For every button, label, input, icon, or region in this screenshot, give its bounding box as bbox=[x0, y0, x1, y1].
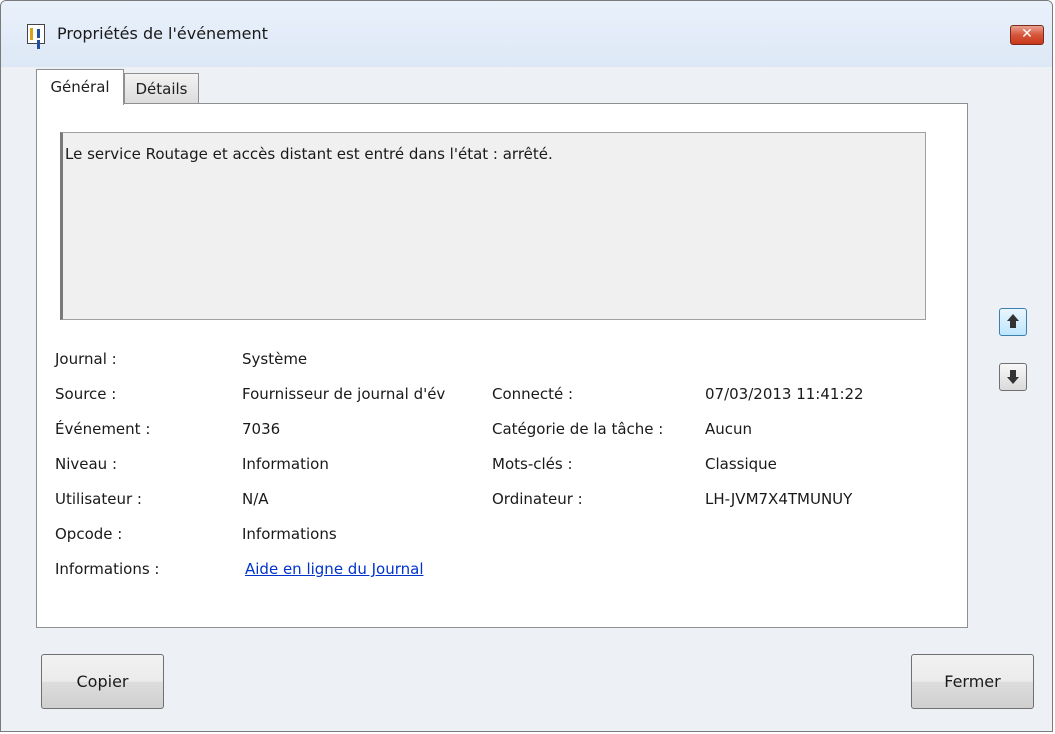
value-event: 7036 bbox=[242, 420, 281, 438]
label-keywords: Mots-clés : bbox=[492, 455, 573, 473]
label-user: Utilisateur : bbox=[55, 490, 142, 508]
value-source: Fournisseur de journal d'év bbox=[242, 385, 446, 403]
value-opcode: Informations bbox=[242, 525, 337, 543]
window-title: Propriétés de l'événement bbox=[57, 24, 268, 43]
label-level: Niveau : bbox=[55, 455, 118, 473]
value-task-category: Aucun bbox=[705, 420, 753, 438]
general-panel: Le service Routage et accès distant est … bbox=[36, 103, 968, 628]
title-bar[interactable]: Propriétés de l'événement ✕ bbox=[1, 1, 1052, 67]
copy-button[interactable]: Copier bbox=[41, 654, 164, 709]
close-button[interactable]: Fermer bbox=[911, 654, 1034, 709]
tab-general[interactable]: Général bbox=[36, 69, 124, 105]
value-keywords: Classique bbox=[705, 455, 777, 473]
next-event-button[interactable] bbox=[999, 363, 1027, 391]
arrow-up-icon bbox=[1007, 314, 1019, 321]
event-message-box[interactable]: Le service Routage et accès distant est … bbox=[60, 132, 926, 320]
value-level: Information bbox=[242, 455, 329, 473]
event-properties-window: Propriétés de l'événement ✕ Général Déta… bbox=[0, 0, 1053, 732]
label-computer: Ordinateur : bbox=[492, 490, 583, 508]
label-opcode: Opcode : bbox=[55, 525, 123, 543]
label-task-category: Catégorie de la tâche : bbox=[492, 420, 664, 438]
tab-details[interactable]: Détails bbox=[124, 73, 199, 103]
value-logged: 07/03/2013 11:41:22 bbox=[705, 385, 864, 403]
arrow-down-icon bbox=[1007, 377, 1019, 384]
label-source: Source : bbox=[55, 385, 117, 403]
close-window-button[interactable]: ✕ bbox=[1010, 25, 1044, 45]
label-logged: Connecté : bbox=[492, 385, 574, 403]
arrow-up-stem bbox=[1010, 321, 1016, 328]
value-user: N/A bbox=[242, 490, 269, 508]
value-journal: Système bbox=[242, 350, 308, 368]
label-event: Événement : bbox=[55, 420, 151, 438]
arrow-down-stem bbox=[1010, 370, 1016, 377]
value-computer: LH-JVM7X4TMUNUY bbox=[705, 490, 853, 508]
event-properties-icon bbox=[27, 24, 45, 44]
online-help-link[interactable]: Aide en ligne du Journal bbox=[245, 560, 423, 578]
label-information: Informations : bbox=[55, 560, 160, 578]
label-journal: Journal : bbox=[55, 350, 117, 368]
previous-event-button[interactable] bbox=[999, 308, 1027, 336]
